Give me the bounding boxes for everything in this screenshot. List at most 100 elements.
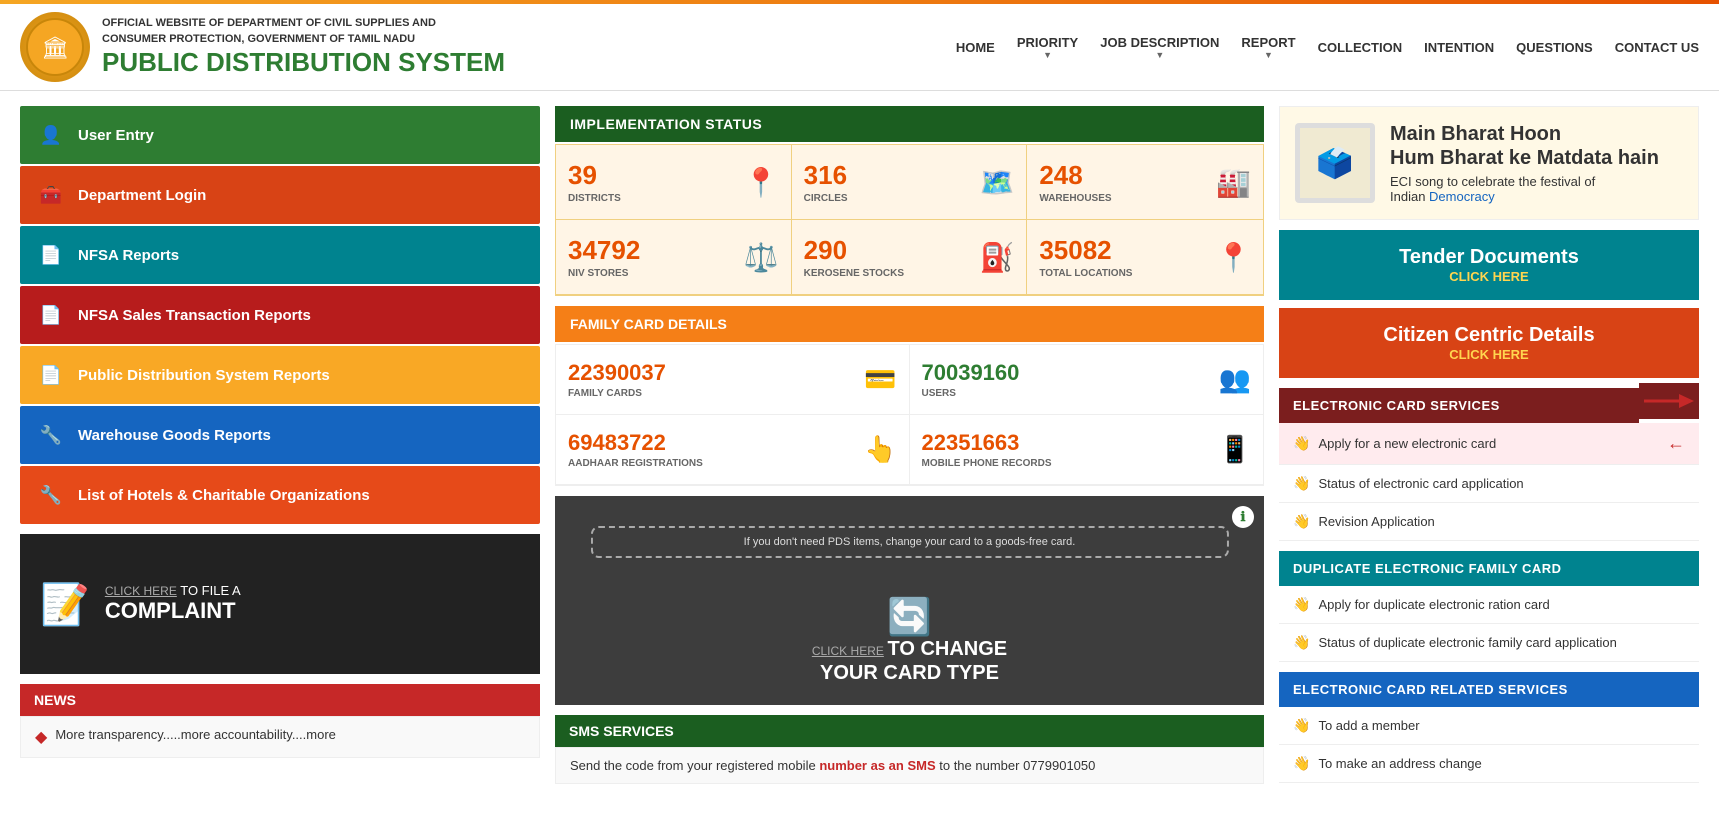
- impl-cell-circles: 316 CIRCLES 🗺️: [792, 145, 1028, 220]
- service-status-duplicate[interactable]: 👋 Status of duplicate electronic family …: [1279, 624, 1699, 662]
- complaint-icon: 📝: [40, 581, 90, 628]
- districts-label: DISTRICTS: [568, 193, 621, 204]
- duplicate-card-header: DUPLICATE ELECTRONIC FAMILY CARD: [1279, 551, 1699, 586]
- service-apply-duplicate[interactable]: 👋 Apply for duplicate electronic ration …: [1279, 586, 1699, 624]
- service-address-change[interactable]: 👋 To make an address change: [1279, 745, 1699, 783]
- news-body: ◆ More transparency.....more accountabil…: [20, 716, 540, 758]
- sidebar-item-department-login[interactable]: 🧰 Department Login: [20, 166, 540, 224]
- kerosene-number: 290: [804, 235, 904, 266]
- hand-icon: 👋: [1293, 513, 1310, 530]
- mobile-label: MOBILE PHONE RECORDS: [922, 458, 1052, 469]
- middle-column: IMPLEMENTATION STATUS 39 DISTRICTS 📍 316…: [555, 106, 1264, 784]
- citizen-sub-text: CLICK HERE: [1295, 347, 1683, 362]
- logo: 🏛: [20, 12, 90, 82]
- change-card[interactable]: If you don't need PDS items, change your…: [555, 496, 1264, 705]
- sidebar-menu: 👤 User Entry 🧰 Department Login 📄 NFSA R…: [20, 106, 540, 524]
- left-column: 👤 User Entry 🧰 Department Login 📄 NFSA R…: [20, 106, 540, 784]
- warehouse-icon: 🔧: [36, 420, 66, 450]
- family-cards-label: FAMILY CARDS: [568, 388, 666, 399]
- site-title-area: OFFICIAL WEBSITE OF DEPARTMENT OF CIVIL …: [102, 16, 505, 78]
- impl-cell-kerosene: 290 KEROSENE STOCKS ⛽: [792, 220, 1028, 295]
- hand-icon: 👋: [1293, 435, 1310, 452]
- chevron-down-icon: ▼: [1264, 50, 1273, 60]
- change-card-content: 🔄 CLICK HERE TO CHANGE YOUR CARD TYPE: [812, 596, 1007, 685]
- sidebar-item-pds-reports[interactable]: 📄 Public Distribution System Reports: [20, 346, 540, 404]
- tender-main-text: Tender Documents: [1295, 246, 1683, 269]
- sms-body: Send the code from your registered mobil…: [555, 747, 1264, 784]
- info-icon: ℹ: [1232, 506, 1254, 528]
- hand-icon: 👋: [1293, 596, 1310, 613]
- banner-text: Main Bharat Hoon Hum Bharat ke Matdata h…: [1390, 122, 1683, 204]
- right-column: 🗳️ Main Bharat Hoon Hum Bharat ke Matdat…: [1279, 106, 1699, 784]
- hotels-icon: 🔧: [36, 480, 66, 510]
- service-status-card[interactable]: 👋 Status of electronic card application: [1279, 465, 1699, 503]
- refresh-icon: 🔄: [812, 596, 1007, 638]
- service-revision-application[interactable]: 👋 Revision Application: [1279, 503, 1699, 541]
- svg-text:🏛: 🏛: [41, 35, 69, 60]
- districts-number: 39: [568, 160, 621, 191]
- header: 🏛 OFFICIAL WEBSITE OF DEPARTMENT OF CIVI…: [0, 4, 1719, 91]
- nav-contact-us[interactable]: CONTACT US: [1615, 40, 1699, 55]
- change-click-here[interactable]: CLICK HERE: [812, 644, 884, 658]
- impl-status-header: IMPLEMENTATION STATUS: [555, 106, 1264, 142]
- mobile-number: 22351663: [922, 430, 1052, 456]
- nav-questions[interactable]: QUESTIONS: [1516, 40, 1593, 55]
- impl-status-grid: 39 DISTRICTS 📍 316 CIRCLES 🗺️ 248 WAREHO…: [555, 144, 1264, 296]
- users-icon: 👥: [1219, 364, 1251, 395]
- sidebar-item-warehouse[interactable]: 🔧 Warehouse Goods Reports: [20, 406, 540, 464]
- change-big-text: YOUR CARD TYPE: [820, 662, 999, 684]
- warehouses-icon: 🏭: [1216, 166, 1251, 199]
- citizen-centric-button[interactable]: Citizen Centric Details CLICK HERE: [1279, 308, 1699, 378]
- nav-report[interactable]: REPORT ▼: [1241, 35, 1295, 60]
- family-cell-aadhaar: 69483722 AADHAAR REGISTRATIONS 👆: [556, 415, 910, 485]
- sms-section: SMS SERVICES Send the code from your reg…: [555, 715, 1264, 784]
- nav-collection[interactable]: COLLECTION: [1318, 40, 1403, 55]
- sidebar-item-nfsa-sales[interactable]: 📄 NFSA Sales Transaction Reports: [20, 286, 540, 344]
- nav-home[interactable]: HOME: [956, 40, 995, 55]
- warehouses-number: 248: [1039, 160, 1111, 191]
- service-add-member[interactable]: 👋 To add a member: [1279, 707, 1699, 745]
- service-apply-new-card[interactable]: 👋 Apply for a new electronic card ←: [1279, 423, 1699, 465]
- svg-text:🗳️: 🗳️: [1316, 145, 1353, 180]
- sidebar-item-nfsa-reports[interactable]: 📄 NFSA Reports: [20, 226, 540, 284]
- nav-job-description[interactable]: JOB DESCRIPTION ▼: [1100, 35, 1219, 60]
- impl-cell-total-locations: 35082 TOTAL LOCATIONS 📍: [1027, 220, 1263, 295]
- arrow-area: [1639, 383, 1699, 419]
- sms-highlight: number as an SMS: [819, 758, 935, 773]
- banner-title: Main Bharat Hoon Hum Bharat ke Matdata h…: [1390, 122, 1683, 170]
- news-item: ◆ More transparency.....more accountabil…: [35, 727, 525, 747]
- chevron-down-icon: ▼: [1155, 50, 1164, 60]
- banner-desc: ECI song to celebrate the festival of In…: [1390, 174, 1683, 204]
- dashed-bubble: If you don't need PDS items, change your…: [590, 526, 1228, 558]
- family-cell-users: 70039160 USERS 👥: [910, 345, 1264, 415]
- family-card-header: FAMILY CARD DETAILS: [555, 306, 1264, 342]
- complaint-click-here[interactable]: CLICK HERE: [105, 584, 177, 598]
- nav-intention[interactable]: INTENTION: [1424, 40, 1494, 55]
- document-icon: 📄: [36, 300, 66, 330]
- family-cell-mobile: 22351663 MOBILE PHONE RECORDS 📱: [910, 415, 1264, 485]
- change-text: CLICK HERE TO CHANGE YOUR CARD TYPE: [812, 638, 1007, 685]
- impl-cell-warehouses: 248 WAREHOUSES 🏭: [1027, 145, 1263, 220]
- bottom-cards: 📝 CLICK HERE TO FILE A COMPLAINT: [20, 534, 540, 674]
- logo-emblem-icon: 🏛: [25, 17, 85, 77]
- change-card-row: If you don't need PDS items, change your…: [555, 496, 1264, 705]
- main-nav: HOME PRIORITY ▼ JOB DESCRIPTION ▼ REPORT…: [956, 35, 1699, 60]
- nav-priority[interactable]: PRIORITY ▼: [1017, 35, 1078, 60]
- sidebar-item-user-entry[interactable]: 👤 User Entry: [20, 106, 540, 164]
- users-label: USERS: [922, 388, 1020, 399]
- hand-icon: 👋: [1293, 717, 1310, 734]
- hand-icon: 👋: [1293, 475, 1310, 492]
- impl-cell-districts: 39 DISTRICTS 📍: [556, 145, 792, 220]
- sidebar-item-hotels[interactable]: 🔧 List of Hotels & Charitable Organizati…: [20, 466, 540, 524]
- voting-image-icon: 🗳️: [1300, 128, 1370, 198]
- niv-stores-number: 34792: [568, 235, 640, 266]
- users-number: 70039160: [922, 360, 1020, 386]
- sms-header: SMS SERVICES: [555, 715, 1264, 747]
- electronic-card-header: ELECTRONIC CARD SERVICES: [1279, 388, 1639, 423]
- document-icon: 📄: [36, 240, 66, 270]
- impl-cell-niv-stores: 34792 NIV STORES ⚖️: [556, 220, 792, 295]
- main-content: 👤 User Entry 🧰 Department Login 📄 NFSA R…: [0, 91, 1719, 799]
- complaint-card[interactable]: 📝 CLICK HERE TO FILE A COMPLAINT: [20, 534, 540, 674]
- complaint-big-text: COMPLAINT: [105, 598, 241, 624]
- tender-documents-button[interactable]: Tender Documents CLICK HERE: [1279, 230, 1699, 300]
